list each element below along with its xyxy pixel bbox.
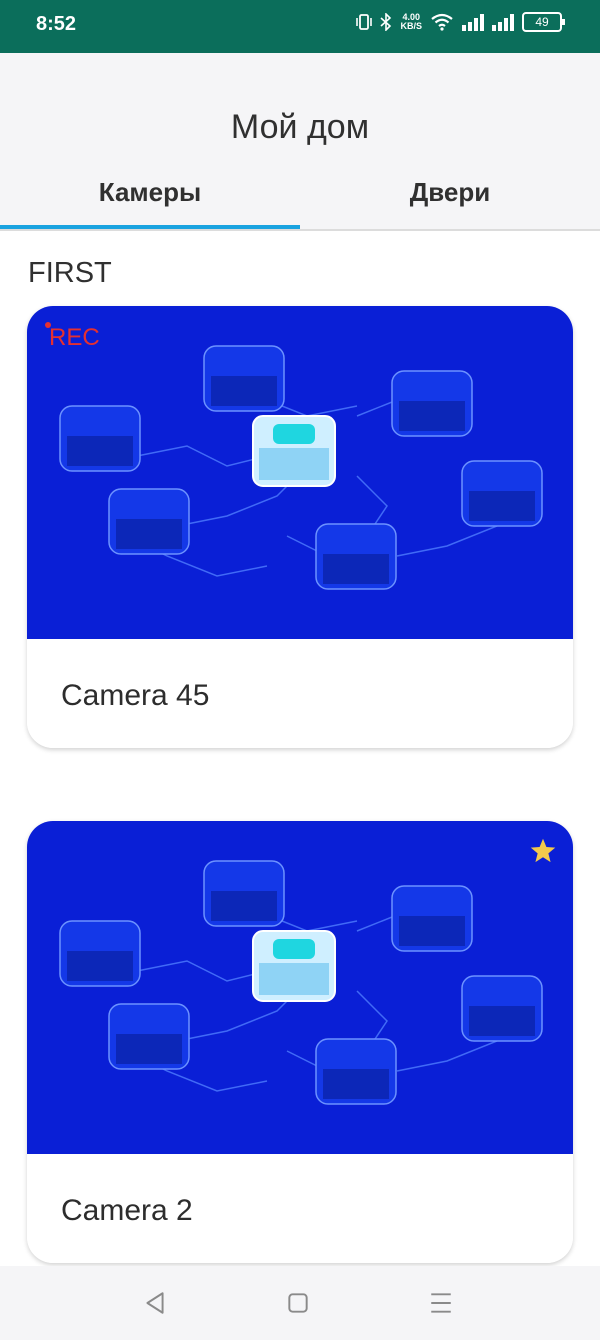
wifi-icon	[431, 13, 453, 31]
camera-preview-image	[27, 306, 573, 639]
camera-card[interactable]: REC Camera 45	[27, 306, 573, 748]
camera-card[interactable]: Camera 2	[27, 821, 573, 1263]
home-icon[interactable]	[285, 1290, 311, 1316]
tab-doors[interactable]: Двери	[300, 165, 600, 230]
net-speed: 4.00 KB/S	[400, 13, 422, 31]
menu-icon[interactable]	[428, 1290, 454, 1316]
net-speed-unit: KB/S	[400, 21, 422, 31]
star-icon[interactable]	[529, 837, 557, 865]
rec-indicator: REC	[45, 322, 100, 352]
page-title: Мой дом	[230, 108, 370, 146]
status-bar: 8:52 4.00 KB/S 49	[0, 0, 600, 53]
system-nav-bar	[0, 1266, 600, 1340]
camera-preview-image	[27, 821, 573, 1154]
status-time: 8:52	[36, 13, 77, 35]
signal-icon	[492, 13, 514, 31]
camera-list[interactable]: FIRST REC Camera 45 Camera 2	[0, 231, 600, 1266]
signal-icon	[462, 13, 484, 31]
camera-name: Camera 45	[61, 679, 210, 712]
bluetooth-icon	[380, 13, 392, 31]
status-icons: 4.00 KB/S 49	[356, 12, 565, 32]
camera-name: Camera 2	[61, 1194, 193, 1227]
section-title: FIRST	[28, 257, 112, 289]
vibrate-icon	[356, 14, 373, 30]
app-header: Мой дом Камеры Двери	[0, 53, 600, 230]
card-footer: Camera 45	[27, 639, 573, 748]
card-footer: Camera 2	[27, 1154, 573, 1263]
rec-dot-icon	[45, 322, 51, 328]
rec-label: REC	[49, 324, 100, 351]
back-icon[interactable]	[142, 1290, 168, 1316]
tab-cameras[interactable]: Камеры	[0, 165, 300, 230]
battery-icon: 49	[522, 12, 565, 32]
tab-bar: Камеры Двери	[0, 165, 600, 230]
